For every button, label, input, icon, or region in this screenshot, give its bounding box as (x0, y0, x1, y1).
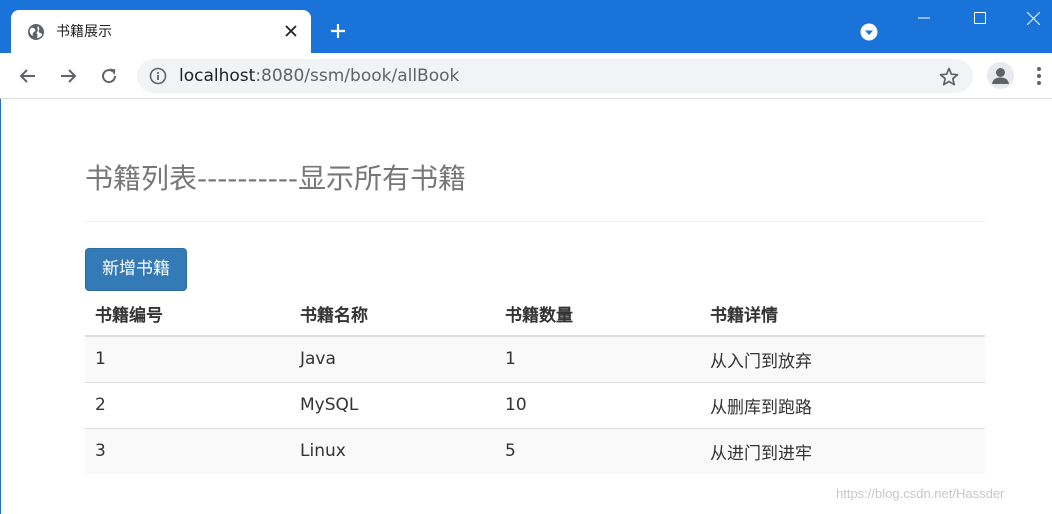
add-book-button[interactable]: 新增书籍 (85, 248, 187, 291)
window-maximize-button[interactable] (952, 0, 1008, 36)
cell-book-name: Java (290, 336, 495, 382)
table-row: 1 Java 1 从入门到放弃 (85, 336, 985, 382)
url-text[interactable]: localhost:8080/ssm/book/allBook (179, 66, 459, 86)
cell-book-detail: 从进门到进牢 (700, 427, 985, 474)
chevron-down-icon[interactable] (859, 22, 879, 42)
plus-icon (331, 24, 345, 38)
arrow-right-icon (61, 69, 77, 83)
star-icon[interactable] (938, 66, 960, 88)
info-icon[interactable] (149, 67, 167, 85)
books-table: 书籍编号 书籍名称 书籍数量 书籍详情 1 Java 1 从入门到放弃 2 My… (85, 291, 985, 474)
title-bar: 书籍展示 (0, 0, 1052, 53)
browser-toolbar: localhost:8080/ssm/book/allBook (0, 53, 1052, 99)
avatar[interactable] (987, 62, 1014, 89)
tab-title: 书籍展示 (56, 24, 112, 40)
cell-book-id: 2 (85, 381, 290, 428)
close-icon (1026, 11, 1040, 25)
table-row: 3 Linux 5 从进门到进牢 (85, 427, 985, 474)
header-book-detail: 书籍详情 (700, 291, 985, 337)
title-divider (85, 221, 985, 222)
tab-close-button[interactable] (281, 21, 301, 41)
new-tab-button[interactable] (326, 19, 350, 43)
cell-book-count: 1 (495, 336, 700, 382)
more-vert-icon (1037, 67, 1041, 85)
cell-book-count: 5 (495, 427, 700, 474)
minimize-icon (918, 17, 930, 19)
reload-icon (102, 68, 117, 84)
header-book-id: 书籍编号 (85, 291, 290, 337)
reload-button[interactable] (96, 63, 122, 89)
cell-book-name: MySQL (290, 381, 495, 428)
maximize-icon (974, 12, 986, 24)
person-icon (992, 68, 1009, 84)
url-path: :8080/ssm/book/allBook (255, 66, 460, 86)
browser-menu-button[interactable] (1031, 65, 1047, 87)
arrow-left-icon (19, 69, 35, 83)
window-close-button[interactable] (1005, 0, 1052, 36)
forward-button[interactable] (55, 63, 81, 89)
window-border (0, 99, 1, 514)
url-host: localhost (179, 66, 256, 86)
cell-book-id: 3 (85, 427, 290, 474)
cell-book-detail: 从删库到跑路 (700, 381, 985, 428)
cell-book-id: 1 (85, 336, 290, 382)
page-title: 书籍列表----------显示所有书籍 (85, 162, 467, 195)
window-minimize-button[interactable] (896, 0, 952, 36)
table-header-row: 书籍编号 书籍名称 书籍数量 书籍详情 (85, 291, 985, 337)
back-button[interactable] (15, 63, 41, 89)
cell-book-detail: 从入门到放弃 (700, 336, 985, 382)
watermark: https://blog.csdn.net/Hassder (836, 486, 1005, 501)
header-book-count: 书籍数量 (495, 291, 700, 337)
globe-icon (28, 24, 44, 40)
close-icon (285, 25, 297, 37)
address-bar[interactable]: localhost:8080/ssm/book/allBook (137, 59, 973, 93)
table-row: 2 MySQL 10 从删库到跑路 (85, 381, 985, 428)
cell-book-count: 10 (495, 381, 700, 428)
browser-tab[interactable]: 书籍展示 (11, 10, 311, 53)
cell-book-name: Linux (290, 427, 495, 474)
header-book-name: 书籍名称 (290, 291, 495, 337)
